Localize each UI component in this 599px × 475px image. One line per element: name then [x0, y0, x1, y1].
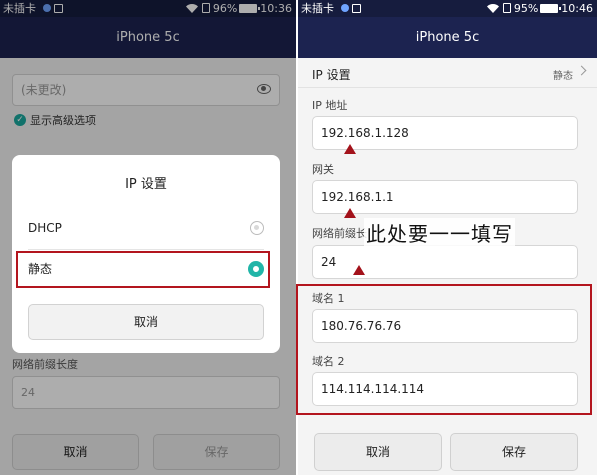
ip-settings-value: 静态 — [553, 71, 573, 82]
divider — [28, 249, 264, 250]
radio-unchecked-icon[interactable] — [250, 221, 264, 235]
option-dhcp-label: DHCP — [28, 221, 62, 235]
arrow-up-icon — [344, 144, 356, 154]
clock: 10:46 — [561, 2, 593, 15]
app-bar-title: iPhone 5c — [298, 17, 597, 58]
carrier-text: 未插卡 — [301, 2, 334, 15]
save-button[interactable]: 保存 — [450, 433, 578, 471]
wifi-icon — [486, 4, 499, 13]
prefix-length-label: 网络前缀长 — [312, 227, 367, 240]
highlight-box-dns — [296, 284, 592, 415]
dialog-cancel-button[interactable]: 取消 — [28, 304, 264, 340]
battery-icon — [540, 4, 562, 13]
chevron-right-icon — [576, 65, 587, 76]
image-notification-icon — [351, 4, 361, 13]
screenshot-collage: 未插卡 96% 10:36 iPhone 5c (未更改) ✓ 显示高级选项 网络前… — [0, 0, 599, 475]
highlight-box-static — [16, 251, 270, 288]
sim-icon — [502, 3, 511, 13]
notification-icon — [340, 4, 349, 12]
left-phone-screen: 未插卡 96% 10:36 iPhone 5c (未更改) ✓ 显示高级选项 网络前… — [0, 0, 296, 475]
ip-address-label: IP 地址 — [312, 99, 348, 112]
ip-settings-row[interactable]: IP 设置 静态 — [298, 58, 597, 88]
cancel-button[interactable]: 取消 — [314, 433, 442, 471]
dialog-title: IP 设置 — [125, 177, 167, 192]
battery-percent: 95% — [513, 2, 539, 15]
arrow-up-icon — [344, 208, 356, 218]
annotation-text: 此处要一一填写 — [364, 218, 515, 247]
option-dhcp[interactable]: DHCP — [12, 213, 280, 243]
arrow-up-icon — [353, 265, 365, 275]
gateway-label: 网关 — [312, 163, 334, 176]
ip-settings-label: IP 设置 — [312, 68, 351, 82]
status-bar: 未插卡 95% 10:46 — [298, 0, 597, 17]
prefix-length-input[interactable]: 24 — [312, 245, 578, 279]
